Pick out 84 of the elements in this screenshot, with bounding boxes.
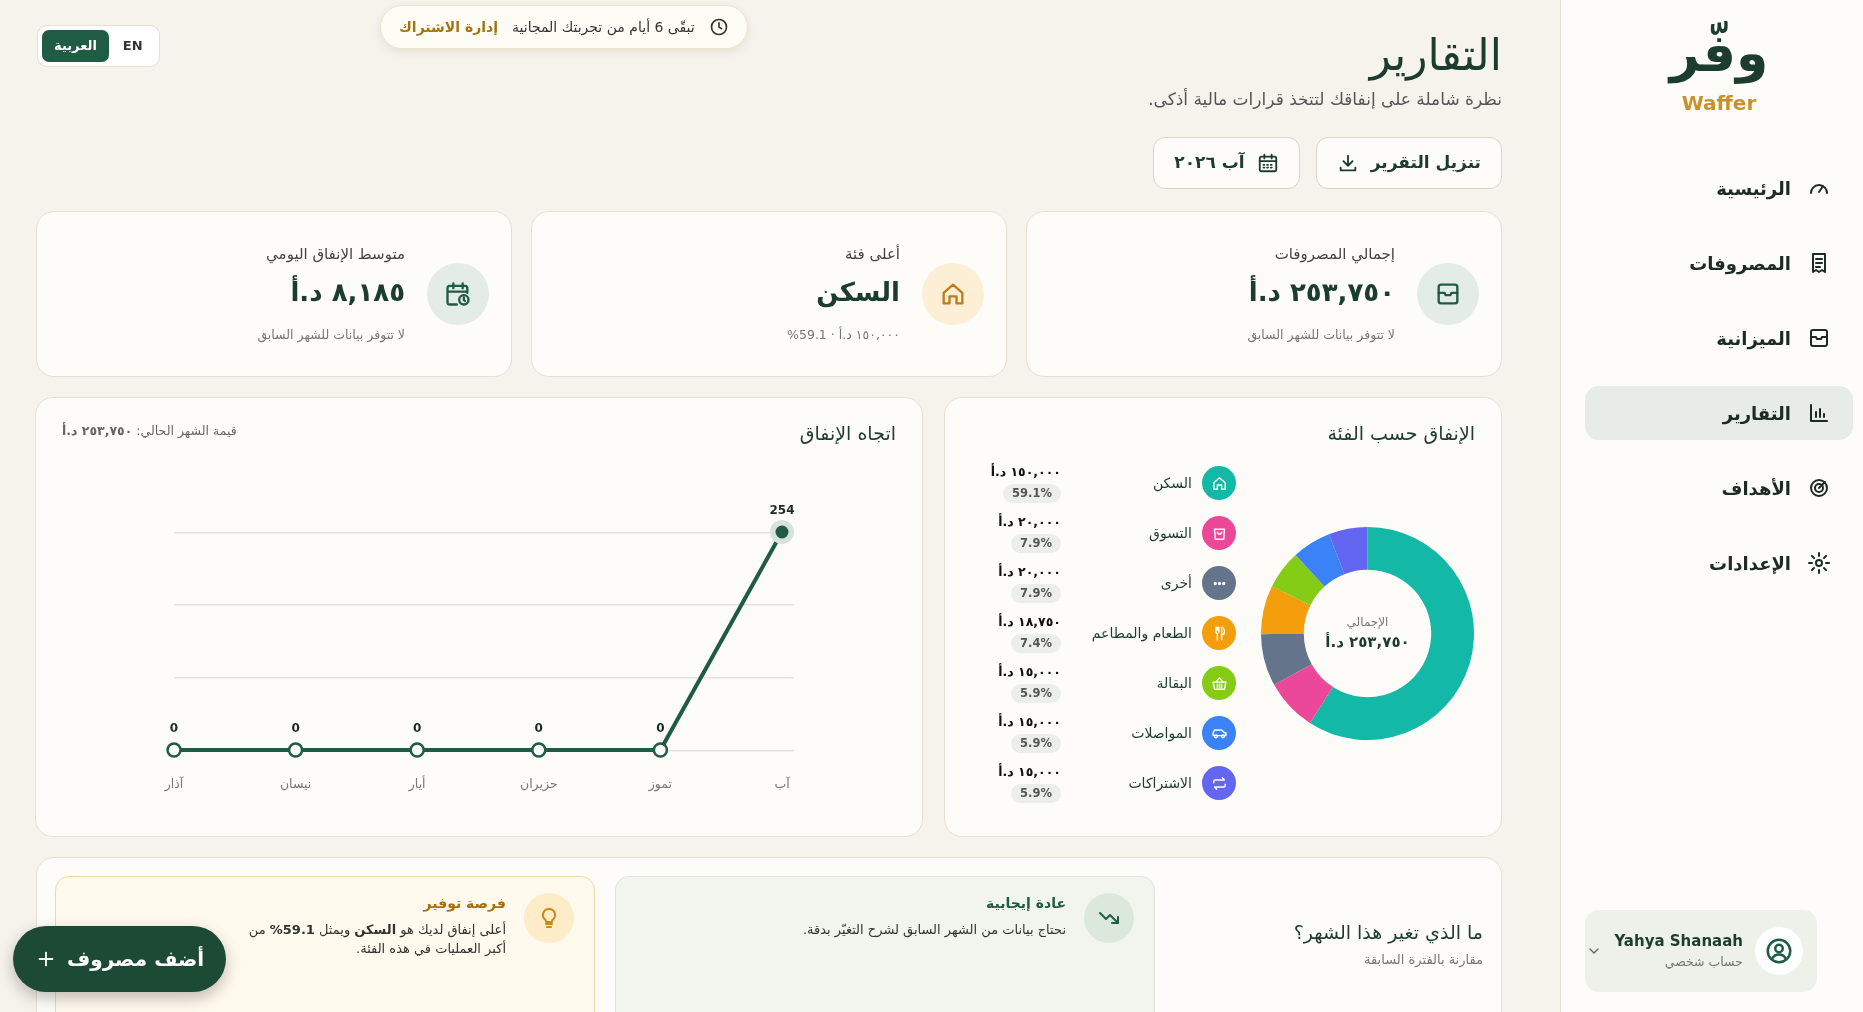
data-label: 0 (656, 721, 665, 736)
category-amount: ١٥,٠٠٠ د.أ (998, 663, 1061, 682)
stat-note: ١٥٠,٠٠٠ د.أ · 59.1% (787, 326, 900, 345)
data-label: 0 (291, 721, 300, 736)
category-amount: ٢٠,٠٠٠ د.أ (998, 513, 1061, 532)
category-name: البقالة (1156, 674, 1192, 693)
category-name: الطعام والمطاعم (1091, 624, 1192, 644)
clock-icon (708, 17, 729, 37)
axis-label: أيار (408, 776, 426, 792)
trial-text: تبقّى 6 أيام من تجربتك المجانية (512, 17, 695, 38)
axis-label: حزيران (519, 776, 558, 792)
category-percent: 5.9% (1011, 784, 1061, 804)
data-label: 0 (413, 721, 422, 736)
section-subtitle: مقارنة بالفترة السابقة (1363, 951, 1483, 970)
stat-label: متوسط الإنفاق اليومي (265, 243, 405, 266)
download-report-button[interactable]: تنزيل التقرير (1315, 136, 1502, 189)
current-month-value: قيمة الشهر الحالي: ٢٥٣,٧٥٠ د.أ (62, 421, 237, 440)
category-amount: ٢٠,٠٠٠ د.أ (998, 563, 1061, 582)
nav-item[interactable]: الإعدادات (1585, 536, 1853, 591)
category-percent: 7.9% (1011, 584, 1061, 604)
logo-wordmark: Waffer (1681, 91, 1757, 116)
axis-label: آذار (164, 776, 184, 792)
chart-point (770, 520, 794, 545)
data-label: 0 (534, 721, 543, 736)
total-label: الإجمالي (1346, 614, 1389, 632)
trend-down-icon (1084, 892, 1134, 943)
language-option[interactable]: EN (110, 30, 155, 62)
category-percent: 7.9% (1011, 534, 1061, 554)
category-name: التسوق (1149, 524, 1192, 544)
card-title: الإنفاق حسب الفئة (1326, 421, 1475, 445)
insight-text: نحتاج بيانات من الشهر السابق لشرح التغيّر بدقة. (802, 920, 1066, 940)
calendar-icon (1256, 151, 1279, 174)
category-amount: ١٥٠,٠٠٠ د.أ (990, 463, 1061, 482)
page-subtitle: نظرة شاملة على إنفاقك لتتخذ قرارات مالية أذكى. (1148, 87, 1502, 112)
chart-point (409, 742, 425, 759)
stat-label: إجمالي المصروفات (1273, 243, 1395, 266)
category-percent: 7.4% (1011, 634, 1061, 654)
data-label: 0 (169, 721, 179, 736)
insight-label: فرصة توفير (422, 893, 506, 914)
chart-point (166, 742, 182, 759)
nav-item[interactable]: المصروفات (1585, 236, 1853, 291)
category-amount: ١٥,٠٠٠ د.أ (998, 713, 1061, 732)
nav-item[interactable]: الميزانية (1585, 311, 1853, 366)
nav-item[interactable]: الرئيسية (1585, 161, 1853, 216)
category-name: السكن (1152, 474, 1192, 494)
logo: وفّر (1669, 20, 1769, 86)
category-percent: 5.9% (1011, 734, 1061, 754)
axis-label: آب (774, 776, 790, 792)
user-name: Yahya Shanaah (1614, 931, 1743, 953)
stat-value: ٢٥٣,٧٥٠ د.أ (1247, 274, 1395, 310)
chart-point (531, 742, 547, 759)
category-amount: ١٨,٧٥٠ د.أ (998, 613, 1061, 632)
lightbulb-icon (524, 892, 574, 943)
total-value: ٢٥٣,٧٥٠ د.أ (1325, 631, 1410, 654)
axis-label: تموز (648, 776, 672, 792)
manage-subscription-link[interactable]: إدارة الاشتراك (399, 16, 499, 38)
user-avatar-icon (1755, 927, 1803, 975)
axis-label: نيسان (279, 776, 312, 792)
stat-note: لا تتوفر بيانات للشهر السابق (1247, 326, 1395, 345)
category-percent: 59.1% (1003, 484, 1061, 504)
add-expense-button[interactable]: أضف مصروف (13, 926, 227, 992)
card-title: اتجاه الإنفاق (799, 421, 896, 445)
insight-text: أكبر العمليات في هذه الفئة. (355, 939, 506, 959)
category-name: الاشتراكات (1128, 774, 1192, 794)
nav-item[interactable]: التقارير (1585, 386, 1853, 441)
data-label: 254 (769, 503, 795, 518)
category-amount: ١٥,٠٠٠ د.أ (998, 763, 1061, 782)
stat-value: ٨,١٨٥ د.أ (289, 274, 405, 310)
section-title: ما الذي تغير هذا الشهر؟ (1292, 919, 1483, 946)
stat-label: أعلى فئة (843, 243, 900, 265)
category-name: المواصلات (1131, 724, 1192, 744)
account-type: حساب شخصي (1663, 952, 1743, 971)
category-percent: 5.9% (1011, 684, 1061, 704)
settings-icon (1807, 551, 1831, 576)
stat-note: لا تتوفر بيانات للشهر السابق (257, 326, 405, 345)
chart-point (287, 742, 304, 759)
chart-point (652, 742, 669, 759)
nav-item[interactable]: الأهداف (1585, 461, 1853, 516)
language-option[interactable]: العربية (42, 30, 109, 62)
category-name: أخرى (1160, 573, 1192, 594)
insight-label: عادة إيجابية (985, 893, 1066, 913)
month-picker[interactable]: آب ٢٠٢٦ (1153, 136, 1300, 189)
stat-value: السكن (815, 276, 900, 310)
page-title: التقارير (1369, 28, 1502, 83)
